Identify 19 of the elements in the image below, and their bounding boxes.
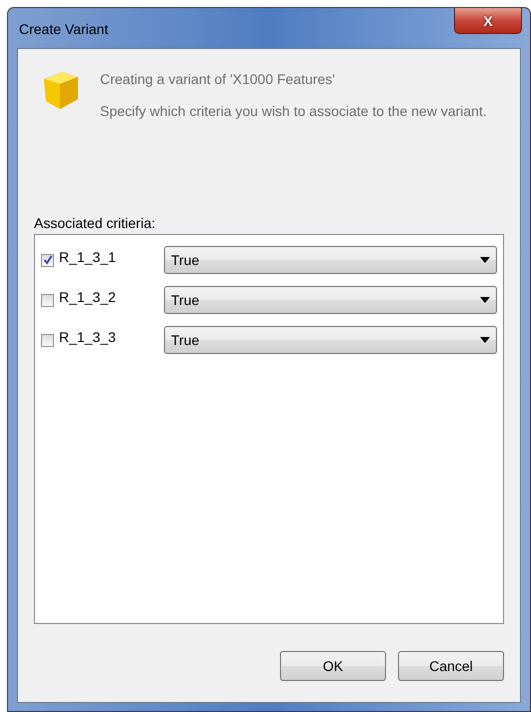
value-dropdown[interactable]: True <box>164 326 497 354</box>
window-title: Create Variant <box>19 21 108 37</box>
caret-icon <box>480 337 490 343</box>
criterion-label: R_1_3_1 <box>59 249 117 267</box>
criterion-label: R_1_3_2 <box>59 289 117 307</box>
criteria-label: Associated critieria: <box>34 215 156 231</box>
value-dropdown[interactable]: True <box>164 286 497 314</box>
criterion-label: R_1_3_3 <box>59 329 117 347</box>
cancel-button[interactable]: Cancel <box>398 651 504 681</box>
header-description: Specify which criteria you wish to associate to the new variant. <box>100 103 487 119</box>
checkbox[interactable] <box>41 294 54 306</box>
checkbox[interactable] <box>41 334 54 346</box>
checkbox[interactable] <box>41 254 54 266</box>
header-title: Creating a variant of 'X1000 Features' <box>100 71 336 87</box>
close-button[interactable]: X <box>454 8 522 34</box>
value-dropdown[interactable]: True <box>164 246 497 274</box>
caret-icon <box>480 257 490 263</box>
ok-button[interactable]: OK <box>280 651 386 681</box>
caret-icon <box>480 297 490 303</box>
